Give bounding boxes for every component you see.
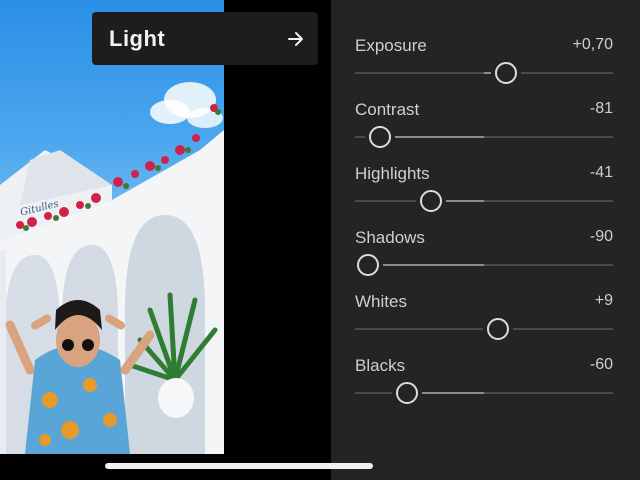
slider-label: Whites <box>355 292 407 311</box>
slider-value[interactable]: +0,70 <box>573 36 613 54</box>
slider-row-contrast: Contrast -81 <box>355 64 613 148</box>
slider-row-highlights: Highlights -41 <box>355 128 613 212</box>
slider-row-blacks: Blacks -60 <box>355 320 613 404</box>
slider-track[interactable] <box>355 392 613 394</box>
slider-label: Blacks <box>355 356 406 375</box>
photo-preview[interactable]: Gitulles <box>0 0 224 454</box>
photo-illustration <box>0 82 224 454</box>
slider-value[interactable]: -41 <box>590 164 613 182</box>
slider-row-exposure: Exposure +0,70 <box>355 0 613 84</box>
slider-fill <box>406 392 484 394</box>
slider-value[interactable]: +9 <box>595 292 613 310</box>
canvas-margin <box>224 0 331 480</box>
slider-value[interactable]: -90 <box>590 228 613 246</box>
home-indicator[interactable] <box>105 463 373 469</box>
arrow-right-icon[interactable] <box>286 29 306 49</box>
slider-row-whites: Whites +9 <box>355 256 613 340</box>
light-adjustments-panel: Exposure +0,70 Contrast -81 Highlights -41 Sha… <box>331 0 640 480</box>
slider-thumb[interactable] <box>395 382 418 404</box>
slider-label: Shadows <box>355 228 425 247</box>
light-section-header[interactable]: Light <box>92 12 318 65</box>
section-title: Light <box>109 25 166 51</box>
slider-value[interactable]: -81 <box>590 100 613 118</box>
slider-label: Highlights <box>355 164 430 183</box>
slider-label: Contrast <box>355 100 420 119</box>
slider-row-shadows: Shadows -90 <box>355 192 613 276</box>
slider-value[interactable]: -60 <box>590 356 613 374</box>
slider-label: Exposure <box>355 36 427 55</box>
